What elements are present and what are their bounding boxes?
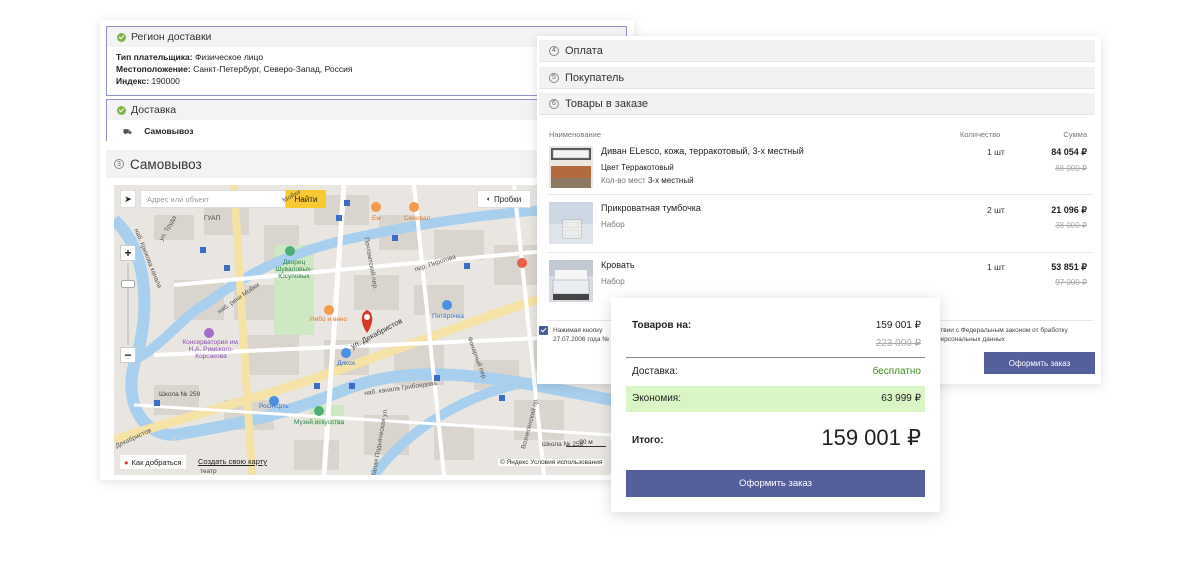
poi-label[interactable]: Сеновал — [404, 215, 430, 222]
zoom-in-button[interactable]: + — [120, 245, 136, 261]
traffic-icon: ◐ — [486, 195, 492, 203]
poi-label[interactable]: Школа № 259 — [159, 391, 200, 398]
poi-label[interactable]: театр — [200, 468, 217, 475]
product-price: 21 096 ₽ — [1051, 205, 1087, 215]
product-image[interactable] — [549, 260, 593, 302]
zoom-slider-knob[interactable] — [121, 280, 135, 288]
goods-total-label: Товаров на: — [632, 320, 692, 331]
product-price: 53 851 ₽ — [1051, 262, 1087, 272]
create-map-link[interactable]: Создать свою карту — [198, 457, 267, 466]
consent-text-tail: ствии с Федеральным законом от бработку … — [937, 327, 1068, 343]
goods-header[interactable]: 6 Товары в заказе — [539, 93, 1095, 115]
place-order-button[interactable]: Оформить заказ — [984, 352, 1095, 374]
grand-total-label: Итого: — [632, 435, 664, 446]
check-icon — [117, 32, 126, 42]
goods-title: Товары в заказе — [565, 97, 649, 110]
product-price: 84 054 ₽ — [1051, 147, 1087, 157]
poi-label[interactable]: Консерватория им. Н.А. Римского-Корсаков… — [176, 339, 246, 360]
delivery-value: бесплатно — [872, 366, 921, 377]
route-button[interactable]: ● Как добраться — [120, 455, 186, 469]
poi-label[interactable]: Ем — [372, 215, 381, 222]
payer-label: Тип плательщика: — [116, 52, 193, 62]
goods-total-value: 159 001 ₽ — [875, 320, 921, 331]
poi-label[interactable]: ГУАП — [204, 215, 220, 222]
delivery-option-label: Самовывоз — [144, 126, 194, 136]
economy-value: 63 999 ₽ — [881, 393, 921, 404]
traffic-button[interactable]: ◐ Пробки — [477, 190, 531, 208]
row-divider — [547, 194, 1093, 195]
location-label: Местоположение: — [116, 64, 191, 74]
product-image[interactable] — [549, 146, 593, 188]
product-qty: 1 шт — [987, 147, 1005, 157]
product-prop: Цвет Терракотовый — [601, 163, 674, 172]
zoom-slider-track[interactable] — [127, 263, 129, 345]
summary-divider — [626, 357, 925, 358]
payer-value: Физическое лицо — [194, 52, 264, 62]
delivery-title: Доставка — [131, 104, 177, 116]
index-value: 190000 — [151, 76, 180, 86]
product-prop: Набор — [601, 220, 625, 229]
economy-label: Экономия: — [632, 393, 681, 404]
region-title: Регион доставки — [131, 31, 212, 43]
product-name[interactable]: Прикроватная тумбочка — [601, 203, 701, 213]
location-value: Санкт-Петербург, Северо-Запад, Россия — [193, 64, 353, 74]
column-name: Наименование — [549, 130, 601, 139]
column-sum: Сумма — [1063, 130, 1087, 139]
poi-label[interactable]: Роснефть — [259, 403, 289, 410]
product-old-price: 88 000 ₽ — [1055, 164, 1087, 173]
order-summary-card: Товаров на: 159 001 ₽ 223 000 ₽ Доставка… — [611, 298, 940, 512]
step-number: 6 — [549, 98, 559, 109]
traffic-label: Пробки — [494, 194, 522, 204]
checkout-button[interactable]: Оформить заказ — [626, 470, 925, 497]
payment-title: Оплата — [565, 44, 603, 57]
locate-arrow-icon: ➤ — [124, 193, 132, 204]
product-image[interactable] — [549, 202, 593, 244]
product-name[interactable]: Кровать — [601, 260, 635, 270]
product-prop: Кол-во мест 3-х местный — [601, 176, 694, 185]
column-qty: Количество — [960, 130, 1001, 139]
location-pin-icon: ● — [124, 457, 129, 467]
goods-old-total: 223 000 ₽ — [875, 338, 921, 349]
pickup-title: Самовывоз — [130, 156, 202, 172]
payment-header[interactable]: 4 Оплата — [539, 40, 1095, 62]
grand-total-value: 159 001 ₽ — [821, 425, 921, 450]
step-number: 3 — [114, 159, 124, 169]
map-scale-value: 90 м — [566, 439, 606, 447]
poi-label[interactable]: Дикси — [337, 360, 355, 367]
delivery-label: Доставка: — [632, 366, 678, 377]
map-copyright[interactable]: © Яндекс Условия использования — [498, 459, 605, 466]
poi-label[interactable]: Дворец Шуваловых-Юсуповых — [264, 259, 324, 280]
product-prop: Набор — [601, 277, 625, 286]
map-scale: 90 м — [566, 439, 606, 447]
row-divider — [547, 252, 1093, 253]
poi-label[interactable]: Небо и вино — [310, 316, 347, 323]
product-old-price: 97 000 ₽ — [1055, 278, 1087, 287]
poi-label[interactable]: Музей искусства — [294, 419, 344, 426]
product-name[interactable]: Диван ELesco, кожа, терракотовый, 3-х ме… — [601, 146, 804, 156]
zoom-out-button[interactable]: − — [120, 347, 136, 363]
map-search-input[interactable]: Адрес или объект — [140, 190, 286, 208]
geolocation-button[interactable]: ➤ — [120, 190, 136, 208]
check-icon — [117, 105, 126, 115]
product-qty: 2 шт — [987, 205, 1005, 215]
step-number: 5 — [549, 72, 559, 83]
consent-checkbox[interactable] — [539, 326, 548, 335]
product-qty: 1 шт — [987, 262, 1005, 272]
route-label: Как добраться — [131, 457, 182, 467]
product-old-price: 38 000 ₽ — [1055, 221, 1087, 230]
poi-label[interactable]: Пятёрочка — [432, 313, 464, 320]
buyer-header[interactable]: 5 Покупатель — [539, 67, 1095, 89]
index-label: Индекс: — [116, 76, 150, 86]
buyer-title: Покупатель — [565, 71, 625, 84]
step-number: 4 — [549, 45, 559, 56]
checkout-mockup: Регион доставки Тип плательщика: Физичес… — [0, 0, 1200, 563]
consent-text: Нажимая кнопку 27.07.2006 года № — [553, 327, 610, 343]
pickup-icon: ⛟ — [123, 129, 132, 136]
